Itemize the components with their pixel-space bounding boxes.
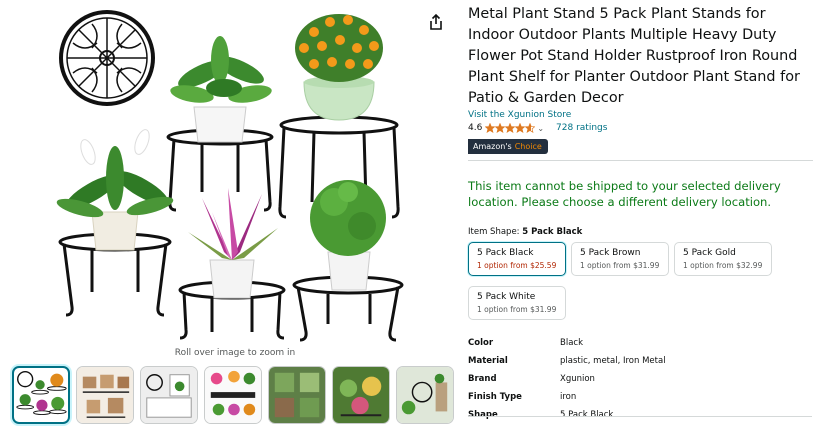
star-icon: [495, 123, 506, 133]
stand-bottom-middle: [178, 188, 286, 340]
spec-value: iron: [560, 392, 577, 402]
stand-middle-left: [56, 129, 174, 317]
variant-name: 5 Pack Black: [477, 248, 534, 258]
thumbnail-1[interactable]: [12, 366, 70, 424]
store-link[interactable]: Visit the Xgunion Store: [468, 110, 813, 120]
spec-row: Shape 5 Pack Black: [468, 406, 666, 424]
thumbnail-7[interactable]: [396, 366, 454, 424]
rating-value: 4.6: [468, 123, 483, 133]
variant-option[interactable]: 5 Pack White 1 option from $31.99: [468, 286, 566, 320]
spec-key: Finish Type: [468, 392, 522, 402]
spec-row: Brand Xgunion: [468, 370, 666, 388]
variant-options: 5 Pack Black 1 option from $25.59 5 Pack B…: [468, 242, 788, 330]
variant-name: 5 Pack White: [477, 292, 536, 302]
badge-suffix: Choice: [514, 139, 548, 154]
star-rating[interactable]: [485, 123, 536, 133]
star-icon: [515, 123, 526, 133]
product-details-column: Metal Plant Stand 5 Pack Plant Stands fo…: [468, 4, 813, 424]
thumbnail-image: [397, 367, 453, 423]
rating-row: 4.6 ⌄ 728 ratings: [468, 123, 813, 133]
product-title: Metal Plant Stand 5 Pack Plant Stands fo…: [468, 6, 800, 106]
star-icon: [525, 123, 536, 133]
spec-value: Black: [560, 338, 583, 348]
spec-key: Color: [468, 338, 494, 348]
variant-price: 1 option from $31.99: [477, 305, 557, 314]
divider: [468, 160, 813, 161]
spec-key: Material: [468, 356, 508, 366]
variant-option[interactable]: 5 Pack Brown 1 option from $31.99: [571, 242, 669, 276]
ratings-count-link[interactable]: 728 ratings: [556, 123, 607, 133]
spec-row: Finish Type iron: [468, 388, 666, 406]
badge-prefix: Amazon's: [468, 139, 515, 154]
stand-top-middle: [166, 36, 274, 212]
item-shape-label: Item Shape: 5 Pack Black: [468, 227, 813, 237]
thumbnail-strip: [12, 366, 460, 424]
variant-price: 1 option from $32.99: [683, 261, 763, 270]
variant-name: 5 Pack Brown: [580, 248, 641, 258]
thumbnail-image: [205, 367, 261, 423]
plant-stands-illustration: [56, 10, 404, 342]
thumbnail-3[interactable]: [140, 366, 198, 424]
stand-bottom-right: [292, 180, 404, 342]
variation-selected: 5 Pack Black: [522, 227, 583, 237]
thumbnail-image: [141, 367, 197, 423]
variant-price: 1 option from $25.59: [477, 261, 557, 270]
spec-key: Brand: [468, 374, 497, 384]
thumbnail-image: [333, 367, 389, 423]
share-button[interactable]: [426, 12, 446, 32]
variant-option[interactable]: 5 Pack Gold 1 option from $32.99: [674, 242, 772, 276]
share-icon: [430, 13, 442, 30]
thumbnail-image: [269, 367, 325, 423]
thumbnail-2[interactable]: [76, 366, 134, 424]
amazons-choice-badge[interactable]: Amazon's Choice: [468, 139, 548, 154]
spec-value: Xgunion: [560, 374, 595, 384]
variant-option[interactable]: 5 Pack Black 1 option from $25.59: [468, 242, 566, 276]
variant-price: 1 option from $31.99: [580, 261, 660, 270]
zoom-hint: Roll over image to zoom in: [174, 348, 296, 358]
round-wall-plaque: [59, 10, 155, 106]
chevron-down-icon[interactable]: ⌄: [537, 124, 544, 133]
delivery-message: This item cannot be shipped to your sele…: [468, 179, 781, 209]
thumbnail-6[interactable]: [332, 366, 390, 424]
spec-value: 5 Pack Black: [560, 410, 614, 420]
star-icon: [485, 123, 496, 133]
thumbnail-4[interactable]: [204, 366, 262, 424]
thumbnail-image: [16, 371, 67, 416]
spec-row: Color Black: [468, 334, 666, 352]
spec-key: Shape: [468, 410, 498, 420]
variant-name: 5 Pack Gold: [683, 248, 736, 258]
star-icon: [505, 123, 516, 133]
spec-table: Color Black Material plastic, metal, Iron M…: [468, 334, 666, 424]
spec-row: Material plastic, metal, Iron Metal: [468, 352, 666, 370]
main-product-image[interactable]: [52, 2, 416, 342]
variation-label: Item Shape:: [468, 227, 520, 237]
spec-value: plastic, metal, Iron Metal: [560, 356, 666, 366]
divider: [468, 416, 812, 417]
thumbnail-image: [77, 367, 133, 423]
thumbnail-5[interactable]: [268, 366, 326, 424]
